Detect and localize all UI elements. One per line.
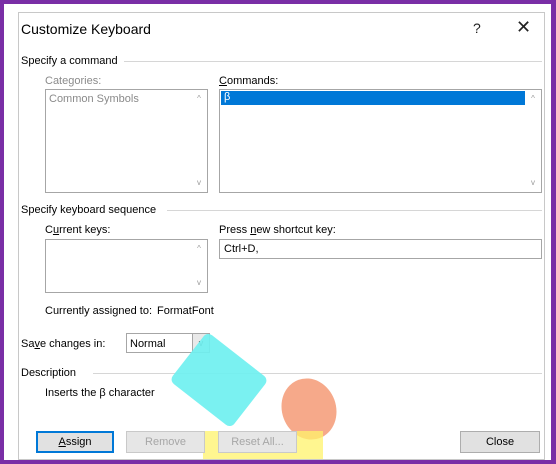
scroll-up-icon[interactable]: ^ xyxy=(527,93,539,105)
currently-assigned-label: Currently assigned to: xyxy=(45,305,152,317)
specify-command-group-label: Specify a command xyxy=(21,55,118,67)
remove-button[interactable]: Remove xyxy=(126,431,205,453)
assign-button[interactable]: Assign xyxy=(36,431,114,453)
save-changes-selected-value: Normal xyxy=(130,338,166,350)
current-keys-listbox[interactable]: ^ v xyxy=(45,239,208,293)
dialog-title: Customize Keyboard xyxy=(21,21,151,37)
categories-label: Categories: xyxy=(45,75,102,87)
title-bar: Customize Keyboard ? ✕ xyxy=(19,13,544,45)
keyboard-sequence-group-label: Specify keyboard sequence xyxy=(21,204,157,216)
categories-item[interactable]: Common Symbols xyxy=(49,93,139,105)
close-icon[interactable]: ✕ xyxy=(516,17,531,38)
scroll-down-icon[interactable]: v xyxy=(527,177,539,189)
new-shortcut-input[interactable]: Ctrl+D, xyxy=(219,239,542,259)
screenshot-frame: Customize Keyboard ? ✕ Specify a command… xyxy=(4,4,551,460)
scroll-up-icon[interactable]: ^ xyxy=(193,243,205,255)
keyboard-sequence-divider xyxy=(167,210,542,211)
scroll-down-icon[interactable]: v xyxy=(193,277,205,289)
categories-listbox[interactable]: Common Symbols ^ v xyxy=(45,89,208,193)
description-text: Inserts the β character xyxy=(45,387,155,399)
specify-command-divider xyxy=(124,61,542,62)
help-icon[interactable]: ? xyxy=(473,20,481,36)
press-new-shortcut-label: Press new shortcut key: xyxy=(219,224,336,236)
scroll-down-icon[interactable]: v xyxy=(193,177,205,189)
description-divider xyxy=(93,373,542,374)
reset-all-button[interactable]: Reset All... xyxy=(218,431,297,453)
commands-listbox[interactable]: β ^ v xyxy=(219,89,542,193)
currently-assigned-value: FormatFont xyxy=(157,305,214,317)
commands-label: Commands: xyxy=(219,75,279,87)
customize-keyboard-dialog: Customize Keyboard ? ✕ Specify a command… xyxy=(18,12,545,460)
save-changes-label: Save changes in: xyxy=(21,338,106,350)
current-keys-label: Current keys: xyxy=(45,224,111,236)
description-group-label: Description xyxy=(21,367,77,379)
close-button[interactable]: Close xyxy=(460,431,540,453)
commands-item-selected[interactable]: β xyxy=(221,91,525,105)
scroll-up-icon[interactable]: ^ xyxy=(193,93,205,105)
